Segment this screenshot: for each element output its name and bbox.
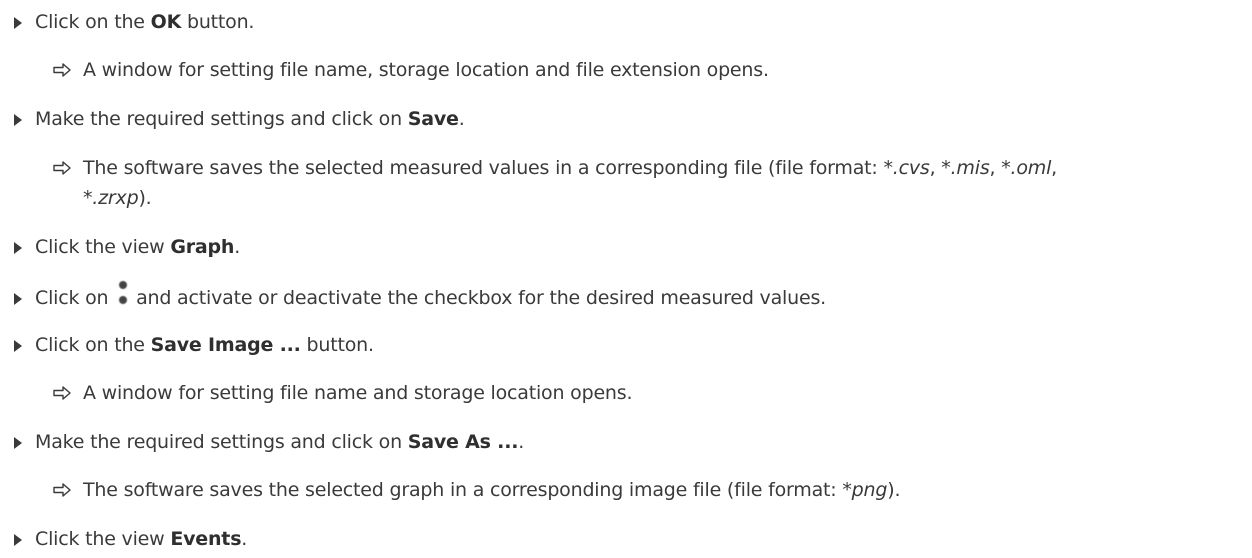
triangle-bullet-icon	[14, 340, 22, 352]
result-arrow-icon	[53, 483, 71, 497]
step-click-dots: Click on and activate or deactivate the …	[14, 281, 826, 311]
result-text: A window for setting file name and stora…	[83, 382, 633, 404]
step-click-graph: Click the view Graph.	[14, 234, 240, 260]
separator: ,	[929, 157, 942, 179]
result-saves-values-continued: *.zrxp).	[83, 185, 152, 211]
result-saves-graph: The software saves the selected graph in…	[53, 477, 900, 503]
step-text: Click on	[35, 287, 115, 309]
result-window-opens-storage: A window for setting file name and stora…	[53, 380, 633, 406]
step-text: Click the view	[35, 236, 171, 258]
result-saves-values: The software saves the selected measured…	[53, 155, 1057, 181]
result-text: ).	[138, 187, 152, 209]
triangle-bullet-icon	[14, 242, 22, 254]
step-text: .	[518, 431, 525, 453]
ok-label: OK	[150, 11, 182, 33]
file-extension: *.zrxp	[83, 187, 139, 209]
step-click-save-image: Click on the Save Image ... button.	[14, 332, 374, 358]
file-extension: *png	[842, 479, 888, 501]
result-arrow-icon	[53, 386, 71, 400]
result-arrow-icon	[53, 161, 71, 175]
separator: ,	[1051, 157, 1058, 179]
triangle-bullet-icon	[14, 437, 22, 449]
step-text: Make the required settings and click on	[35, 431, 408, 453]
result-text: The software saves the selected measured…	[83, 157, 884, 179]
save-image-label: Save Image ...	[150, 334, 301, 356]
file-extension: *.oml	[1001, 157, 1052, 179]
file-extension: *.cvs	[883, 157, 930, 179]
result-text: A window for setting file name, storage …	[83, 59, 769, 81]
step-text: .	[234, 236, 241, 258]
step-click-events: Click the view Events.	[14, 526, 247, 552]
step-text: Click on the	[35, 11, 151, 33]
step-text: button.	[181, 11, 255, 33]
step-text: .	[458, 108, 465, 130]
separator: ,	[989, 157, 1002, 179]
step-text: Click the view	[35, 528, 171, 550]
file-extension: *.mis	[941, 157, 990, 179]
triangle-bullet-icon	[14, 534, 22, 546]
step-make-settings-save-as: Make the required settings and click on …	[14, 429, 524, 455]
step-text: button.	[300, 334, 375, 356]
triangle-bullet-icon	[14, 17, 22, 29]
step-text: .	[241, 528, 248, 550]
step-text: and activate or deactivate the checkbox …	[130, 287, 826, 309]
step-make-settings-save: Make the required settings and click on …	[14, 106, 465, 132]
events-label: Events	[170, 528, 242, 550]
vertical-dots-icon	[118, 281, 128, 307]
result-text: The software saves the selected graph in…	[83, 479, 843, 501]
save-as-label: Save As ...	[407, 431, 519, 453]
result-window-opens: A window for setting file name, storage …	[53, 57, 769, 83]
step-text: Click on the	[35, 334, 151, 356]
graph-label: Graph	[170, 236, 235, 258]
result-text: ).	[887, 479, 901, 501]
result-arrow-icon	[53, 63, 71, 77]
triangle-bullet-icon	[14, 293, 22, 305]
step-click-ok: Click on the OK button.	[14, 9, 254, 35]
step-text: Make the required settings and click on	[35, 108, 408, 130]
save-label: Save	[407, 108, 459, 130]
instruction-document: Click on the OK button. A window for set…	[0, 0, 1252, 558]
triangle-bullet-icon	[14, 114, 22, 126]
